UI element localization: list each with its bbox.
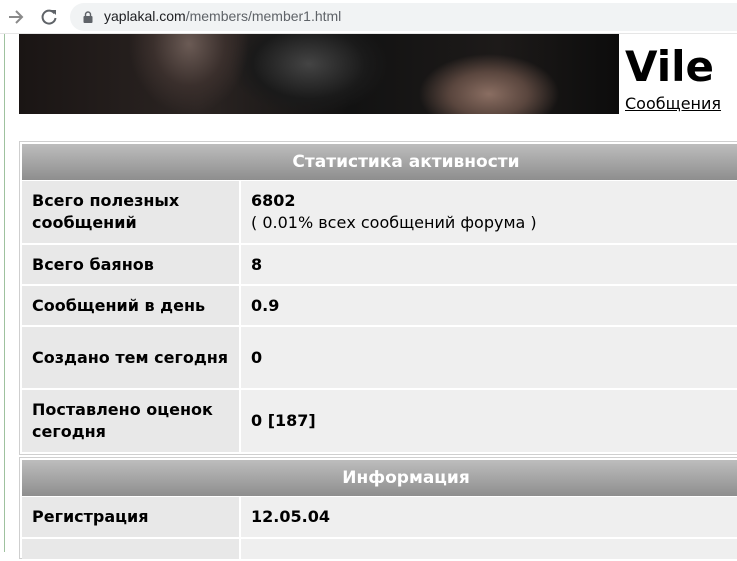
row-label: Создано тем сегодня (22, 327, 241, 388)
table-row: Поставлено оценок сегодня 0 [187] (22, 390, 737, 454)
table-row: Всего баянов 8 (22, 245, 737, 286)
value-main: 6802 (251, 191, 296, 210)
row-value: 12.05.04 (241, 497, 737, 537)
page-content: Vile Сообщения Статистика активности Все… (0, 34, 737, 561)
info-header: Информация (22, 460, 737, 497)
activity-stats-header: Статистика активности (22, 144, 737, 181)
reload-icon[interactable] (39, 7, 59, 27)
info-table: Информация Регистрация 12.05.04 (19, 457, 737, 561)
row-label: Сообщений в день (22, 286, 241, 325)
username: Vile (625, 42, 715, 91)
messages-link[interactable]: Сообщения (625, 94, 721, 113)
arrow-right-icon[interactable] (6, 7, 26, 27)
address-bar[interactable]: yaplakal.com/members/member1.html (70, 3, 737, 31)
row-value: 8 (241, 245, 737, 284)
row-label: Всего баянов (22, 245, 241, 284)
url-path: /members/member1.html (185, 8, 342, 24)
avatar-photo (19, 34, 619, 114)
url-text[interactable]: yaplakal.com/members/member1.html (104, 8, 341, 24)
row-value: 0 (241, 327, 737, 388)
table-row: Сообщений в день 0.9 (22, 286, 737, 327)
url-host: yaplakal.com (104, 8, 186, 24)
value-main: 8 (251, 254, 263, 274)
row-value: 0 [187] (241, 390, 737, 452)
value-main: 0 [187] (251, 411, 316, 430)
row-value: 0.9 (241, 286, 737, 325)
table-row (22, 539, 737, 561)
row-value (241, 539, 737, 559)
value-main: 12.05.04 (251, 507, 330, 526)
table-row: Всего полезных сообщений 6802 ( 0.01% вс… (22, 181, 737, 245)
row-label: Регистрация (22, 497, 241, 537)
activity-stats-table: Статистика активности Всего полезных соо… (19, 141, 737, 455)
row-label (22, 539, 241, 559)
row-value: 6802 ( 0.01% всех сообщений форума ) (241, 181, 737, 243)
browser-toolbar: yaplakal.com/members/member1.html (0, 0, 737, 34)
table-row: Создано тем сегодня 0 (22, 327, 737, 390)
value-main: 0 (251, 347, 263, 367)
avatar (19, 34, 619, 114)
row-label: Поставлено оценок сегодня (22, 390, 241, 452)
value-main: 0.9 (251, 295, 280, 315)
lock-icon (83, 11, 93, 23)
divider (4, 34, 5, 552)
row-label: Всего полезных сообщений (22, 181, 241, 243)
value-note: ( 0.01% всех сообщений форума ) (251, 213, 537, 232)
table-title: Информация (342, 468, 470, 488)
table-row: Регистрация 12.05.04 (22, 497, 737, 539)
table-title: Статистика активности (292, 152, 520, 172)
